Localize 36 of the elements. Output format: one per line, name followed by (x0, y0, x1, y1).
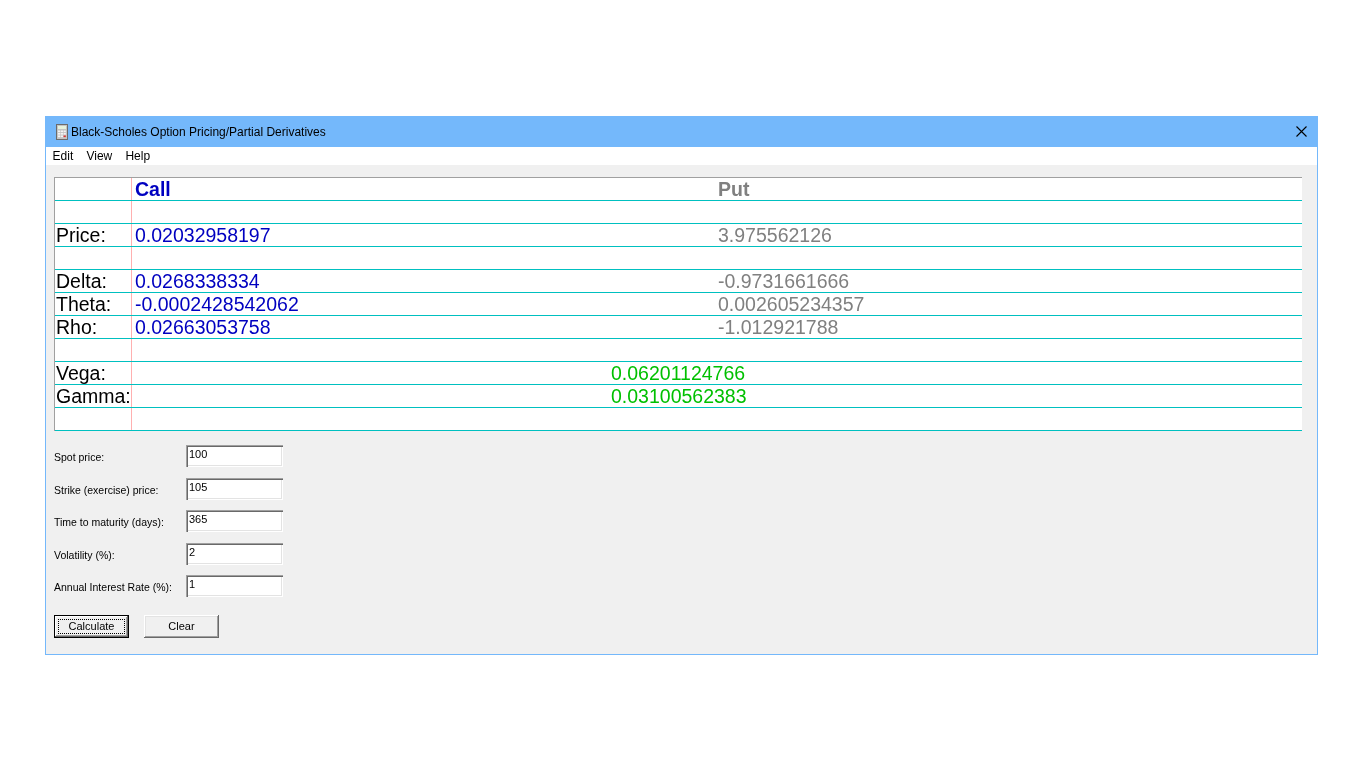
input-field[interactable]: 100 (186, 445, 283, 467)
table-cell: -1.012921788 (718, 316, 839, 338)
input-field[interactable]: 1 (186, 575, 283, 597)
table-cell: -0.0002428542062 (135, 293, 299, 315)
table-cell: 0.02663053758 (135, 316, 271, 338)
table-cell: 0.0268338334 (135, 270, 260, 292)
table-cell: 3.975562126 (718, 224, 832, 246)
field-label: Spot price: (54, 450, 105, 463)
row-label: Price: (56, 224, 106, 246)
window-title: Black-Scholes Option Pricing/Partial Derivatives (71, 124, 327, 139)
column-header: Put (718, 178, 750, 200)
table-cell: 0.06201124766 (611, 362, 746, 384)
table-cell: 0.02032958197 (135, 224, 271, 246)
input-field[interactable]: 2 (186, 542, 283, 565)
field-label: Time to maturity (days): (54, 515, 164, 528)
row-label: Theta: (56, 293, 112, 315)
input-field[interactable]: 365 (186, 510, 283, 532)
table-cell: 0.002605234357 (718, 293, 865, 315)
action-button[interactable]: Clear (144, 615, 219, 638)
row-label: Gamma: (56, 385, 131, 407)
menu-item[interactable]: Edit (46, 147, 80, 165)
close-icon (1295, 126, 1307, 137)
input-field[interactable]: 105 (186, 477, 283, 500)
table-cell: -0.9731661666 (718, 270, 850, 292)
row-label: Rho: (56, 316, 98, 338)
menu-item[interactable]: Help (118, 147, 157, 165)
field-label: Strike (exercise) price: (54, 482, 159, 496)
field-label: Annual Interest Rate (%): (54, 580, 172, 593)
calculator-icon (56, 123, 68, 140)
column-header: Call (135, 178, 171, 200)
table-cell: 0.03100562383 (611, 385, 747, 407)
row-label: Vega: (56, 362, 106, 384)
action-button[interactable]: Calculate (54, 615, 129, 638)
menu-item[interactable]: View (79, 147, 119, 165)
field-label: Volatility (%): (54, 547, 115, 561)
row-label: Delta: (56, 270, 107, 292)
